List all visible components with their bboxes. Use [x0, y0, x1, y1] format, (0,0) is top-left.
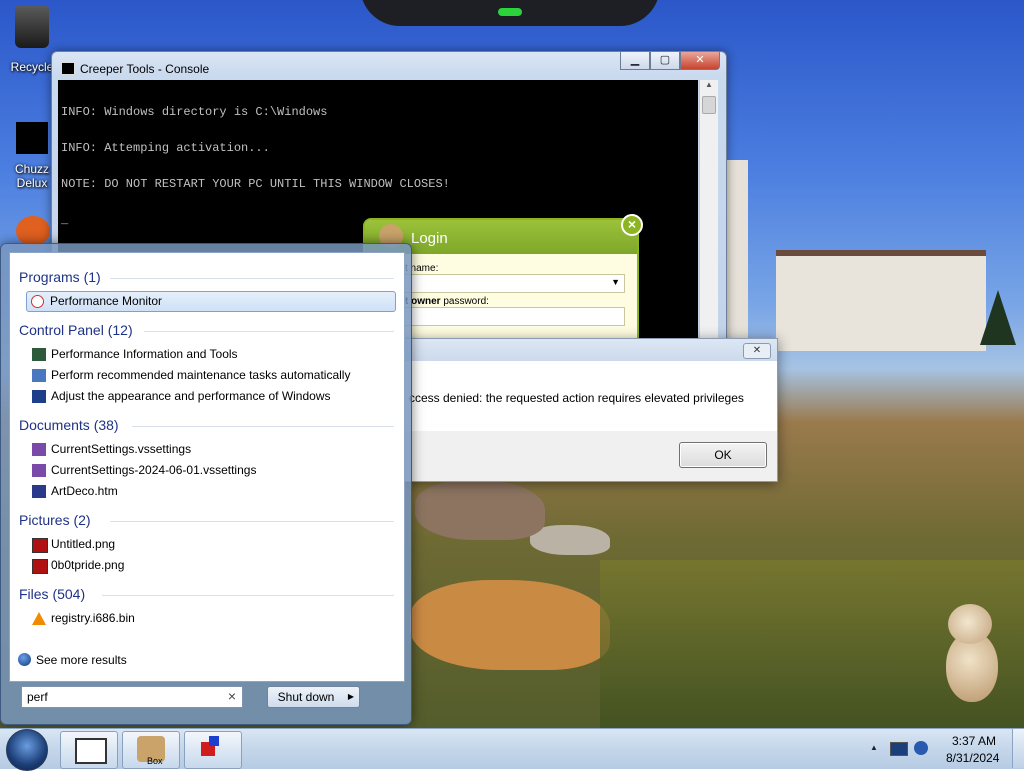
category-control-panel[interactable]: Control Panel (12): [19, 322, 133, 338]
category-divider: [132, 426, 394, 427]
console-app-icon: [61, 62, 75, 75]
maximize-button[interactable]: ▢: [650, 52, 680, 70]
chuzzle-icon: [16, 122, 48, 154]
result-current-settings[interactable]: CurrentSettings.vssettings: [28, 440, 396, 459]
result-performance-information[interactable]: Performance Information and Tools: [28, 345, 396, 364]
console-app-icon: [75, 738, 107, 764]
login-title: Login: [411, 230, 448, 247]
wallpaper-lighthouse: [724, 160, 748, 345]
taskbar-button-creeper[interactable]: Box: [122, 731, 180, 769]
desktop-icon-partial[interactable]: [16, 216, 50, 246]
taskbar: Box ▲ 3:37 AM 8/31/2024: [0, 728, 1024, 771]
search-results-panel: Programs (1) Performance Monitor Control…: [9, 252, 405, 682]
clock-date[interactable]: 8/31/2024: [946, 751, 999, 765]
taskbar-button-app[interactable]: [184, 731, 242, 769]
result-untitled-png[interactable]: Untitled.png: [28, 535, 396, 554]
image-file-icon: [32, 538, 48, 553]
dialog-close-button[interactable]: ✕: [743, 343, 771, 359]
wallpaper-rock: [410, 580, 610, 670]
category-pictures[interactable]: Pictures (2): [19, 512, 91, 528]
minimize-button[interactable]: ▁: [620, 52, 650, 70]
scroll-thumb[interactable]: [702, 96, 716, 114]
result-performance-monitor[interactable]: Performance Monitor: [26, 291, 396, 312]
console-line: INFO: Windows directory is C:\Windows: [61, 105, 328, 119]
category-divider: [110, 521, 394, 522]
performance-monitor-icon: [31, 295, 44, 308]
result-0b0tpride-png[interactable]: 0b0tpride.png: [28, 556, 396, 575]
start-orb-button[interactable]: [6, 729, 48, 771]
wallpaper-tree: [980, 290, 1016, 345]
dialog-message: ccess denied: the requested action requi…: [409, 391, 744, 405]
login-close-button[interactable]: ×: [621, 214, 643, 236]
shutdown-options-button[interactable]: ▶: [343, 686, 360, 708]
category-documents[interactable]: Documents (38): [19, 417, 119, 433]
account-name-select[interactable]: ▼: [395, 274, 625, 293]
hamster-mascot[interactable]: [940, 604, 1000, 704]
search-input-value: perf: [27, 690, 48, 704]
console-line: INFO: Attemping activation...: [61, 141, 270, 155]
hamster-head: [948, 604, 992, 644]
category-divider: [110, 278, 394, 279]
clock-time[interactable]: 3:37 AM: [952, 734, 996, 748]
category-divider: [144, 331, 394, 332]
see-more-icon: [18, 653, 31, 666]
vssettings-file-icon: [32, 443, 46, 456]
appearance-icon: [32, 390, 46, 403]
vssettings-file-icon: [32, 464, 46, 477]
window-title: Creeper Tools - Console: [80, 62, 210, 76]
category-files[interactable]: Files (504): [19, 586, 85, 602]
dialog-titlebar: [393, 339, 777, 361]
result-adjust-appearance[interactable]: Adjust the appearance and performance of…: [28, 387, 396, 406]
result-maintenance-tasks[interactable]: Perform recommended maintenance tasks au…: [28, 366, 396, 385]
colored-blocks-icon-part: [209, 736, 219, 746]
html-file-icon: [32, 485, 46, 498]
shutdown-button[interactable]: Shut down: [267, 686, 345, 708]
scroll-up-arrow-icon[interactable]: ▲: [700, 80, 718, 94]
network-icon[interactable]: [890, 742, 908, 756]
recycle-bin-icon: [15, 6, 49, 48]
wallpaper-house: [776, 250, 986, 351]
show-desktop-button[interactable]: [1012, 729, 1024, 768]
taskbar-button-console[interactable]: [60, 731, 118, 769]
owner-password-input[interactable]: [395, 307, 625, 326]
search-input[interactable]: perf ×: [21, 686, 243, 708]
console-scrollbar[interactable]: ▲: [699, 80, 718, 341]
ok-button[interactable]: OK: [679, 442, 767, 468]
clear-search-icon[interactable]: ×: [228, 688, 236, 704]
action-center-icon[interactable]: [914, 741, 928, 755]
close-button[interactable]: ✕: [680, 52, 720, 70]
taskbar-button-label: Box: [147, 756, 163, 766]
result-registry-bin[interactable]: registry.i686.bin: [28, 609, 396, 628]
start-menu[interactable]: Programs (1) Performance Monitor Control…: [0, 243, 412, 725]
console-line: NOTE: DO NOT RESTART YOUR PC UNTIL THIS …: [61, 177, 450, 191]
vlc-file-icon: [32, 612, 46, 625]
result-current-settings-dated[interactable]: CurrentSettings-2024-06-01.vssettings: [28, 461, 396, 480]
gadget-light: [498, 8, 522, 16]
result-artdeco[interactable]: ArtDeco.htm: [28, 482, 396, 501]
category-programs[interactable]: Programs (1): [19, 269, 101, 285]
wallpaper-rock: [530, 525, 610, 555]
category-divider: [102, 595, 394, 596]
show-hidden-icons-button[interactable]: ▲: [870, 743, 878, 752]
error-dialog[interactable]: ✕ ccess denied: the requested action req…: [392, 338, 778, 482]
chevron-down-icon: ▼: [611, 277, 620, 287]
wallpaper-rock: [415, 480, 545, 540]
control-panel-icon: [32, 348, 46, 361]
image-file-icon: [32, 559, 48, 574]
top-gadget: [360, 0, 660, 26]
owner-password-label: t owner password:: [405, 296, 489, 307]
maintenance-icon: [32, 369, 46, 382]
